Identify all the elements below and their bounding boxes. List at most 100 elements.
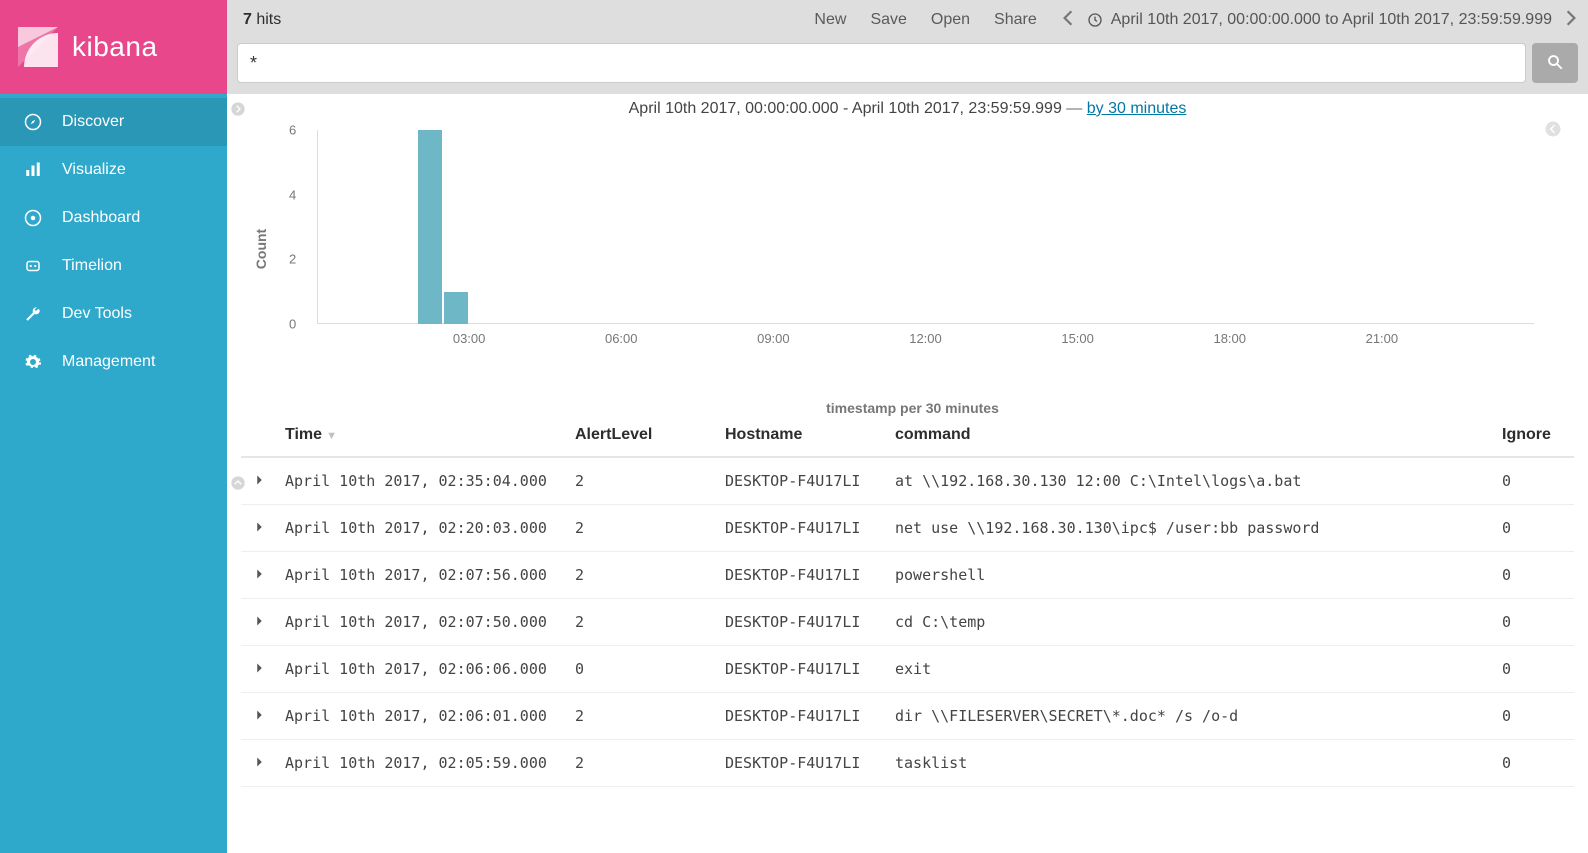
- expand-row-button[interactable]: [255, 660, 264, 678]
- histogram-bar[interactable]: [444, 292, 468, 324]
- share-button[interactable]: Share: [994, 11, 1037, 29]
- cell-time: April 10th 2017, 02:35:04.000: [277, 457, 567, 505]
- nav-list: Discover Visualize Dashboard Timelion De…: [0, 94, 227, 386]
- sidebar-item-label: Timelion: [62, 257, 122, 275]
- cell-command: cd C:\temp: [887, 599, 1494, 646]
- cell-time: April 10th 2017, 02:06:01.000: [277, 693, 567, 740]
- sidebar-item-dashboard[interactable]: Dashboard: [0, 194, 227, 242]
- hit-count: 7 hits: [243, 11, 281, 29]
- cell-hostname: DESKTOP-F4U17LI: [717, 505, 887, 552]
- time-next-button[interactable]: [1564, 9, 1578, 32]
- cell-ignore: 0: [1494, 505, 1574, 552]
- y-tick: 4: [289, 187, 296, 202]
- table-row: April 10th 2017, 02:35:04.0002DESKTOP-F4…: [241, 457, 1574, 505]
- sidebar-item-visualize[interactable]: Visualize: [0, 146, 227, 194]
- expand-row-button[interactable]: [255, 566, 264, 584]
- cell-time: April 10th 2017, 02:06:06.000: [277, 646, 567, 693]
- x-tick: 03:00: [453, 331, 486, 346]
- cell-alertlevel: 2: [567, 740, 717, 787]
- histogram-chart: Count 024603:0006:0009:0012:0015:0018:00…: [271, 124, 1554, 374]
- x-tick: 12:00: [909, 331, 942, 346]
- cell-command: exit: [887, 646, 1494, 693]
- y-tick: 6: [289, 123, 296, 138]
- table-row: April 10th 2017, 02:06:01.0002DESKTOP-F4…: [241, 693, 1574, 740]
- sidebar: kibana Discover Visualize Dashboard Time…: [0, 0, 227, 853]
- compass-icon: [24, 113, 42, 131]
- x-tick: 06:00: [605, 331, 638, 346]
- cell-command: powershell: [887, 552, 1494, 599]
- column-header-command[interactable]: command: [887, 416, 1494, 457]
- cell-hostname: DESKTOP-F4U17LI: [717, 740, 887, 787]
- search-icon: [1546, 53, 1564, 74]
- cell-hostname: DESKTOP-F4U17LI: [717, 457, 887, 505]
- cell-command: dir \\FILESERVER\SECRET\*.doc* /s /o-d: [887, 693, 1494, 740]
- search-input[interactable]: [237, 43, 1526, 83]
- cell-hostname: DESKTOP-F4U17LI: [717, 693, 887, 740]
- cell-ignore: 0: [1494, 552, 1574, 599]
- table-row: April 10th 2017, 02:07:56.0002DESKTOP-F4…: [241, 552, 1574, 599]
- table-row: April 10th 2017, 02:06:06.0000DESKTOP-F4…: [241, 646, 1574, 693]
- brand-name: kibana: [72, 31, 158, 63]
- cell-ignore: 0: [1494, 457, 1574, 505]
- wrench-icon: [24, 305, 42, 323]
- time-range-button[interactable]: April 10th 2017, 00:00:00.000 to April 1…: [1087, 11, 1552, 29]
- histogram-title: April 10th 2017, 00:00:00.000 - April 10…: [241, 100, 1574, 118]
- sort-desc-icon: ▼: [326, 430, 337, 442]
- cell-ignore: 0: [1494, 693, 1574, 740]
- clock-icon: [1087, 12, 1103, 28]
- cell-time: April 10th 2017, 02:05:59.000: [277, 740, 567, 787]
- cell-time: April 10th 2017, 02:20:03.000: [277, 505, 567, 552]
- sidebar-item-label: Dev Tools: [62, 305, 132, 323]
- table-row: April 10th 2017, 02:07:50.0002DESKTOP-F4…: [241, 599, 1574, 646]
- cell-time: April 10th 2017, 02:07:56.000: [277, 552, 567, 599]
- column-header-alertlevel[interactable]: AlertLevel: [567, 416, 717, 457]
- x-tick: 09:00: [757, 331, 790, 346]
- cell-hostname: DESKTOP-F4U17LI: [717, 646, 887, 693]
- sidebar-item-discover[interactable]: Discover: [0, 98, 227, 146]
- interval-link[interactable]: by 30 minutes: [1087, 100, 1187, 117]
- results-table: Time▼ AlertLevel Hostname command Ignore…: [241, 416, 1574, 787]
- y-axis-label: Count: [253, 229, 269, 269]
- x-tick: 18:00: [1213, 331, 1246, 346]
- time-prev-button[interactable]: [1061, 9, 1075, 32]
- cell-alertlevel: 2: [567, 693, 717, 740]
- cell-alertlevel: 2: [567, 552, 717, 599]
- x-tick: 21:00: [1366, 331, 1399, 346]
- expand-row-button[interactable]: [255, 613, 264, 631]
- collapse-chart-button[interactable]: [227, 472, 249, 494]
- sidebar-item-management[interactable]: Management: [0, 338, 227, 386]
- search-button[interactable]: [1532, 43, 1578, 83]
- column-header-time[interactable]: Time▼: [277, 416, 567, 457]
- cell-alertlevel: 2: [567, 457, 717, 505]
- cell-command: net use \\192.168.30.130\ipc$ /user:bb p…: [887, 505, 1494, 552]
- new-button[interactable]: New: [814, 11, 846, 29]
- y-tick: 2: [289, 252, 296, 267]
- expand-row-button[interactable]: [255, 707, 264, 725]
- open-button[interactable]: Open: [931, 11, 970, 29]
- cell-alertlevel: 0: [567, 646, 717, 693]
- collapse-fields-button[interactable]: [227, 98, 249, 120]
- cell-alertlevel: 2: [567, 599, 717, 646]
- sidebar-item-label: Visualize: [62, 161, 126, 179]
- robot-icon: [24, 257, 42, 275]
- expand-row-button[interactable]: [255, 519, 264, 537]
- column-header-hostname[interactable]: Hostname: [717, 416, 887, 457]
- table-row: April 10th 2017, 02:05:59.0002DESKTOP-F4…: [241, 740, 1574, 787]
- cell-command: tasklist: [887, 740, 1494, 787]
- sidebar-item-timelion[interactable]: Timelion: [0, 242, 227, 290]
- topbar: 7 hits New Save Open Share April 10th 20…: [227, 0, 1588, 94]
- gauge-icon: [24, 209, 42, 227]
- histogram-bar[interactable]: [418, 130, 442, 324]
- expand-row-button[interactable]: [255, 472, 264, 490]
- save-button[interactable]: Save: [870, 11, 906, 29]
- sidebar-item-devtools[interactable]: Dev Tools: [0, 290, 227, 338]
- cell-time: April 10th 2017, 02:07:50.000: [277, 599, 567, 646]
- cell-command: at \\192.168.30.130 12:00 C:\Intel\logs\…: [887, 457, 1494, 505]
- cell-hostname: DESKTOP-F4U17LI: [717, 552, 887, 599]
- expand-row-button[interactable]: [255, 754, 264, 772]
- chart-reset-button[interactable]: [1544, 120, 1562, 141]
- cell-alertlevel: 2: [567, 505, 717, 552]
- sidebar-item-label: Management: [62, 353, 155, 371]
- brand-logo[interactable]: kibana: [0, 0, 227, 94]
- column-header-ignore[interactable]: Ignore: [1494, 416, 1574, 457]
